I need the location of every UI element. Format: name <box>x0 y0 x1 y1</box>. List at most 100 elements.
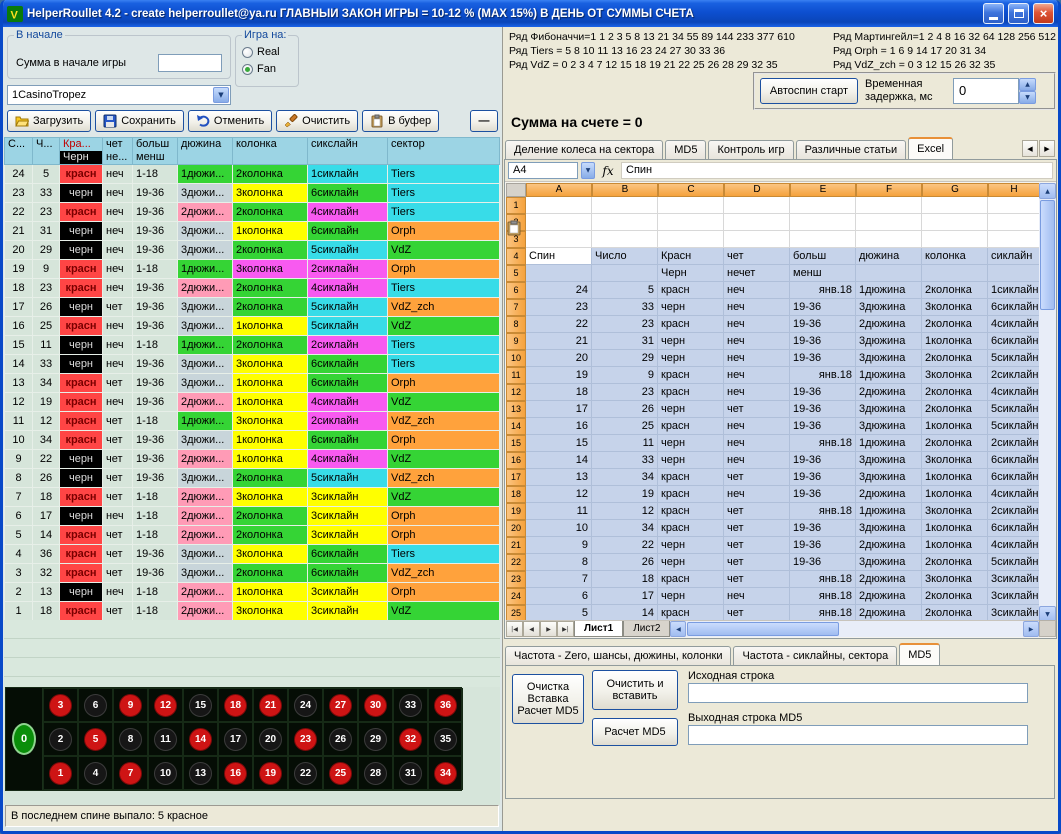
spin-row[interactable]: 118краснчет1-182дюжи...3колонка3сиклайнV… <box>5 602 500 621</box>
board-number-7[interactable]: 7 <box>113 756 148 790</box>
excel-cell-A12[interactable]: 18 <box>526 384 592 401</box>
excel-cell-D2[interactable] <box>724 214 790 231</box>
excel-cell-B2[interactable] <box>592 214 658 231</box>
spin-row[interactable]: 1034краснчет19-363дюжи...1колонка6сиклай… <box>5 431 500 450</box>
excel-cell-H13[interactable]: 5сиклайн <box>988 401 1040 418</box>
insert-function-icon[interactable]: fx <box>598 164 618 178</box>
excel-cell-C22[interactable]: черн <box>658 554 724 571</box>
excel-cell-B7[interactable]: 33 <box>592 299 658 316</box>
excel-cell-C21[interactable]: черн <box>658 537 724 554</box>
spin-row[interactable]: 617черннеч1-182дюжи...2колонка3сиклайнOr… <box>5 507 500 526</box>
excel-cell-H6[interactable]: 1сиклайн <box>988 282 1040 299</box>
board-number-16[interactable]: 16 <box>218 756 253 790</box>
excel-cell-H12[interactable]: 4сиклайн <box>988 384 1040 401</box>
excel-cell-F12[interactable]: 2дюжина <box>856 384 922 401</box>
column-header-G[interactable]: G <box>922 183 988 197</box>
board-number-17[interactable]: 17 <box>218 722 253 756</box>
excel-cell-H18[interactable]: 4сиклайн <box>988 486 1040 503</box>
spin-row[interactable]: 1112краснчет1-181дюжи...3колонка2сиклайн… <box>5 412 500 431</box>
excel-cell-G22[interactable]: 2колонка <box>922 554 988 571</box>
excel-cell-E1[interactable] <box>790 197 856 214</box>
excel-cell-D19[interactable]: чет <box>724 503 790 520</box>
title-bar[interactable]: V HelperRoullet 4.2 - create helperroull… <box>3 0 1058 27</box>
excel-cell-F19[interactable]: 1дюжина <box>856 503 922 520</box>
board-number-15[interactable]: 15 <box>183 688 218 722</box>
excel-cell-G3[interactable] <box>922 231 988 248</box>
excel-cell-B17[interactable]: 34 <box>592 469 658 486</box>
spin-row[interactable]: 514краснчет1-182дюжи...2колонка3сиклайнO… <box>5 526 500 545</box>
row-header-18[interactable]: 18 <box>506 486 526 503</box>
excel-cell-A10[interactable]: 20 <box>526 350 592 367</box>
spin-row[interactable]: 436краснчет19-363дюжи...3колонка6сиклайн… <box>5 545 500 564</box>
row-header-10[interactable]: 10 <box>506 350 526 367</box>
first-sheet-button[interactable]: |◀ <box>506 621 523 637</box>
excel-cell-E22[interactable]: 19-36 <box>790 554 856 571</box>
excel-cell-A21[interactable]: 9 <box>526 537 592 554</box>
excel-cell-G11[interactable]: 3колонка <box>922 367 988 384</box>
excel-cell-A1[interactable] <box>526 197 592 214</box>
excel-cell-B10[interactable]: 29 <box>592 350 658 367</box>
excel-cell-B8[interactable]: 23 <box>592 316 658 333</box>
excel-cell-D23[interactable]: чет <box>724 571 790 588</box>
excel-cell-B19[interactable]: 12 <box>592 503 658 520</box>
scroll-right-icon[interactable]: ▶ <box>1023 621 1039 637</box>
select-all-corner[interactable] <box>506 183 526 197</box>
formula-input[interactable]: Спин <box>621 162 1053 179</box>
board-number-26[interactable]: 26 <box>323 722 358 756</box>
spinner-up-button[interactable]: ▲ <box>1019 78 1036 91</box>
excel-cell-A4[interactable]: Спин <box>526 248 592 265</box>
spin-row[interactable]: 213черннеч1-182дюжи...1колонка3сиклайнOr… <box>5 583 500 602</box>
excel-cell-D13[interactable]: чет <box>724 401 790 418</box>
excel-cell-C23[interactable]: красн <box>658 571 724 588</box>
excel-cell-B13[interactable]: 26 <box>592 401 658 418</box>
excel-cell-C18[interactable]: красн <box>658 486 724 503</box>
excel-cell-C2[interactable] <box>658 214 724 231</box>
excel-cell-F11[interactable]: 1дюжина <box>856 367 922 384</box>
excel-cell-E10[interactable]: 19-36 <box>790 350 856 367</box>
excel-cell-B21[interactable]: 22 <box>592 537 658 554</box>
excel-cell-H1[interactable] <box>988 197 1040 214</box>
spin-row[interactable]: 2029черннеч19-363дюжи...2колонка5сиклайн… <box>5 241 500 260</box>
row-header-8[interactable]: 8 <box>506 316 526 333</box>
excel-cell-B20[interactable]: 34 <box>592 520 658 537</box>
name-box-dropdown-icon[interactable]: ▼ <box>581 162 595 179</box>
excel-cell-G20[interactable]: 1колонка <box>922 520 988 537</box>
excel-cell-B6[interactable]: 5 <box>592 282 658 299</box>
excel-cell-D10[interactable]: неч <box>724 350 790 367</box>
excel-cell-A5[interactable] <box>526 265 592 282</box>
excel-cell-G9[interactable]: 1колонка <box>922 333 988 350</box>
excel-cell-E20[interactable]: 19-36 <box>790 520 856 537</box>
spin-row[interactable]: 1433черннеч19-363дюжи...3колонка6сиклайн… <box>5 355 500 374</box>
last-sheet-button[interactable]: ▶| <box>557 621 574 637</box>
excel-cell-H15[interactable]: 2сиклайн <box>988 435 1040 452</box>
excel-cell-E14[interactable]: 19-36 <box>790 418 856 435</box>
excel-cell-B18[interactable]: 19 <box>592 486 658 503</box>
board-number-6[interactable]: 6 <box>78 688 113 722</box>
column-header-F[interactable]: F <box>856 183 922 197</box>
spin-row[interactable]: 1625красннеч19-363дюжи...1колонка5сиклай… <box>5 317 500 336</box>
board-number-14[interactable]: 14 <box>183 722 218 756</box>
excel-cell-A6[interactable]: 24 <box>526 282 592 299</box>
bottom-tab-2[interactable]: MD5 <box>899 643 940 665</box>
board-number-28[interactable]: 28 <box>358 756 393 790</box>
spin-row[interactable]: 922чернчет19-362дюжи...1колонка4сиклайнV… <box>5 450 500 469</box>
excel-cell-C11[interactable]: красн <box>658 367 724 384</box>
tab-3[interactable]: Различные статьи <box>796 140 907 159</box>
row-header-4[interactable]: 4 <box>506 248 526 265</box>
tab-0[interactable]: Деление колеса на сектора <box>505 140 663 159</box>
horizontal-scroll-thumb[interactable] <box>687 622 838 636</box>
excel-cell-B11[interactable]: 9 <box>592 367 658 384</box>
excel-cell-B1[interactable] <box>592 197 658 214</box>
excel-cell-H4[interactable]: сиклайн <box>988 248 1040 265</box>
board-number-29[interactable]: 29 <box>358 722 393 756</box>
excel-cell-B15[interactable]: 11 <box>592 435 658 452</box>
row-header-5[interactable]: 5 <box>506 265 526 282</box>
excel-cell-F14[interactable]: 3дюжина <box>856 418 922 435</box>
board-number-19[interactable]: 19 <box>253 756 288 790</box>
board-number-0[interactable]: 0 <box>6 688 43 790</box>
spin-row[interactable]: 199красннеч1-181дюжи...3колонка2сиклайнO… <box>5 260 500 279</box>
excel-cell-D7[interactable]: неч <box>724 299 790 316</box>
excel-horizontal-scrollbar[interactable]: ◀ ▶ <box>670 621 1039 637</box>
excel-cell-F4[interactable]: дюжина <box>856 248 922 265</box>
column-header-H[interactable]: H <box>988 183 1040 197</box>
